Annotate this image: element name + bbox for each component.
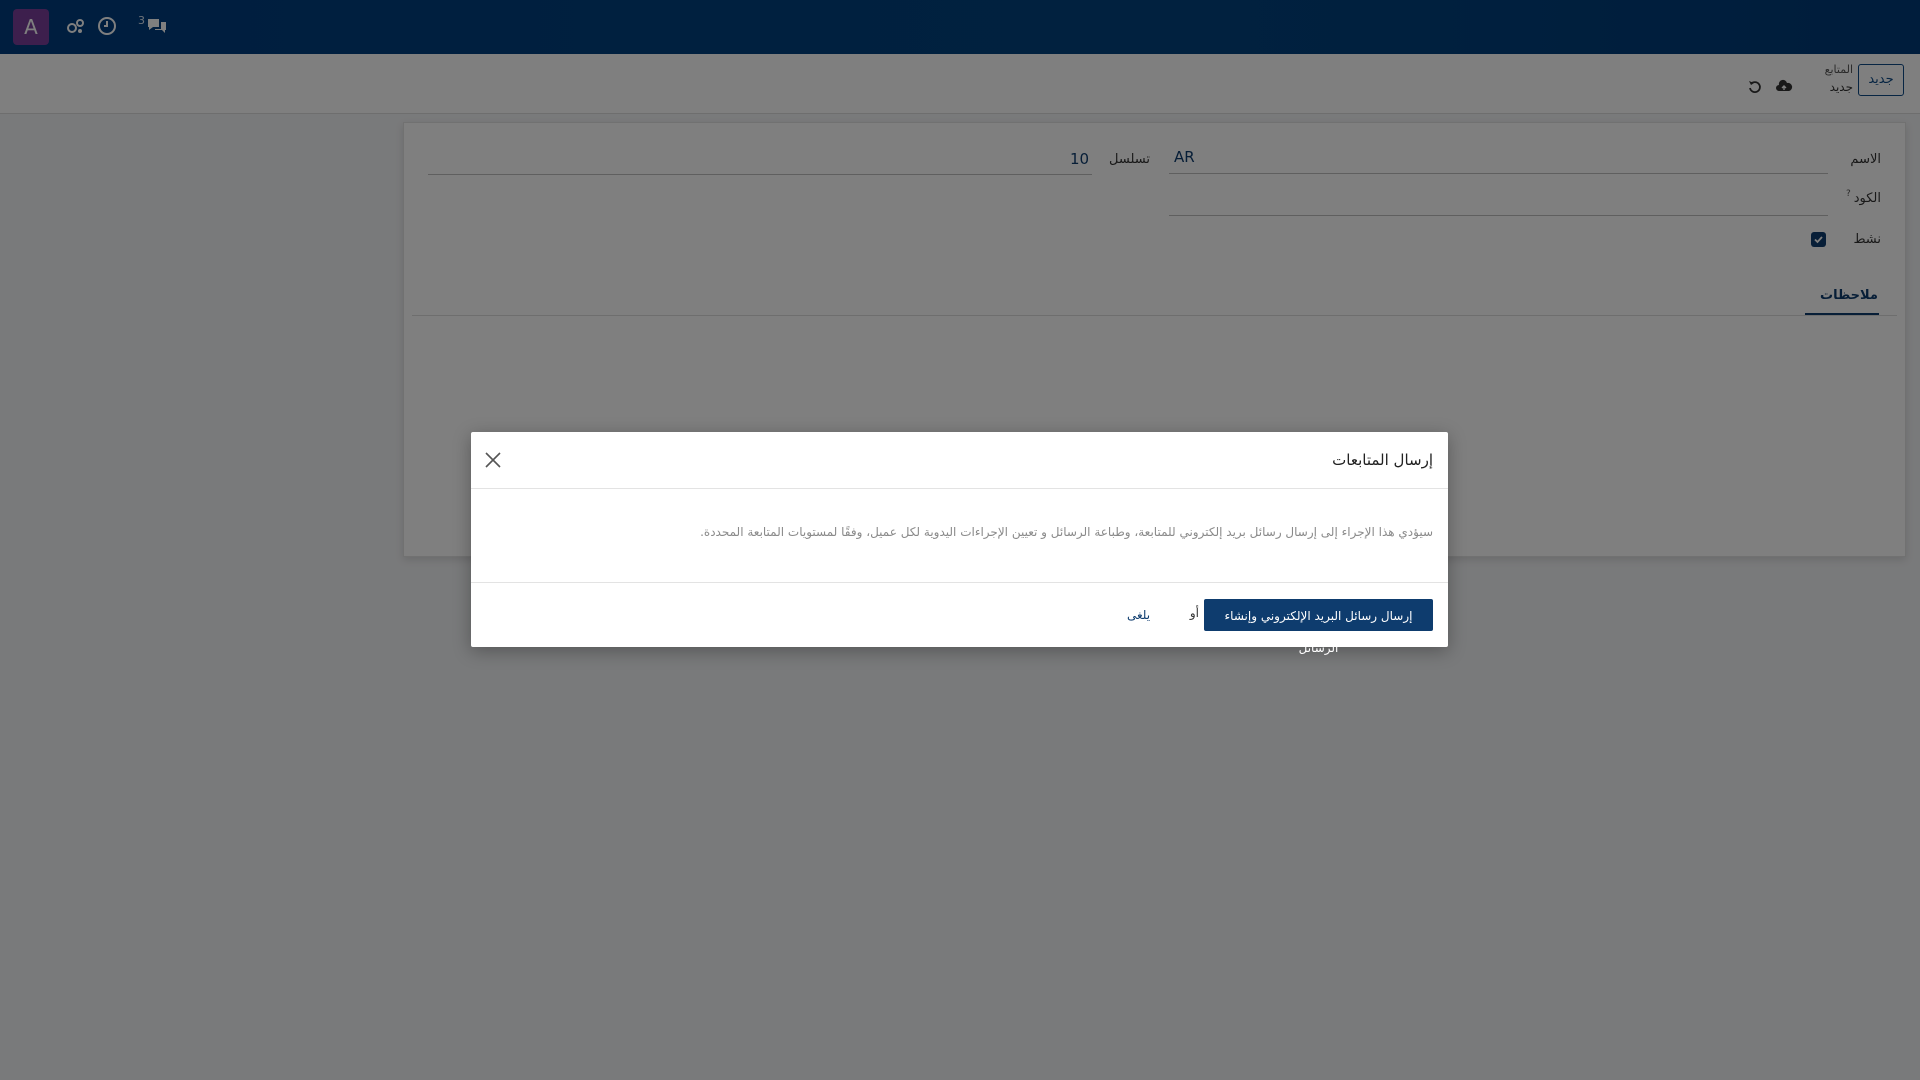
modal-header: إرسال المتابعات bbox=[471, 432, 1448, 489]
followup-modal: إرسال المتابعات سيؤدي هذا الإجراء إلى إر… bbox=[471, 432, 1448, 655]
discard-link[interactable]: يلغى bbox=[1127, 608, 1150, 622]
send-emails-button[interactable]: إرسال رسائل البريد الإلكتروني وإنشاء الر… bbox=[1204, 599, 1433, 655]
close-icon[interactable] bbox=[483, 450, 503, 470]
modal-body: سيؤدي هذا الإجراء إلى إرسال رسائل بريد إ… bbox=[471, 489, 1448, 583]
or-text: أو bbox=[1189, 606, 1199, 620]
modal-description: سيؤدي هذا الإجراء إلى إرسال رسائل بريد إ… bbox=[700, 525, 1433, 539]
modal-title: إرسال المتابعات bbox=[1332, 451, 1433, 469]
